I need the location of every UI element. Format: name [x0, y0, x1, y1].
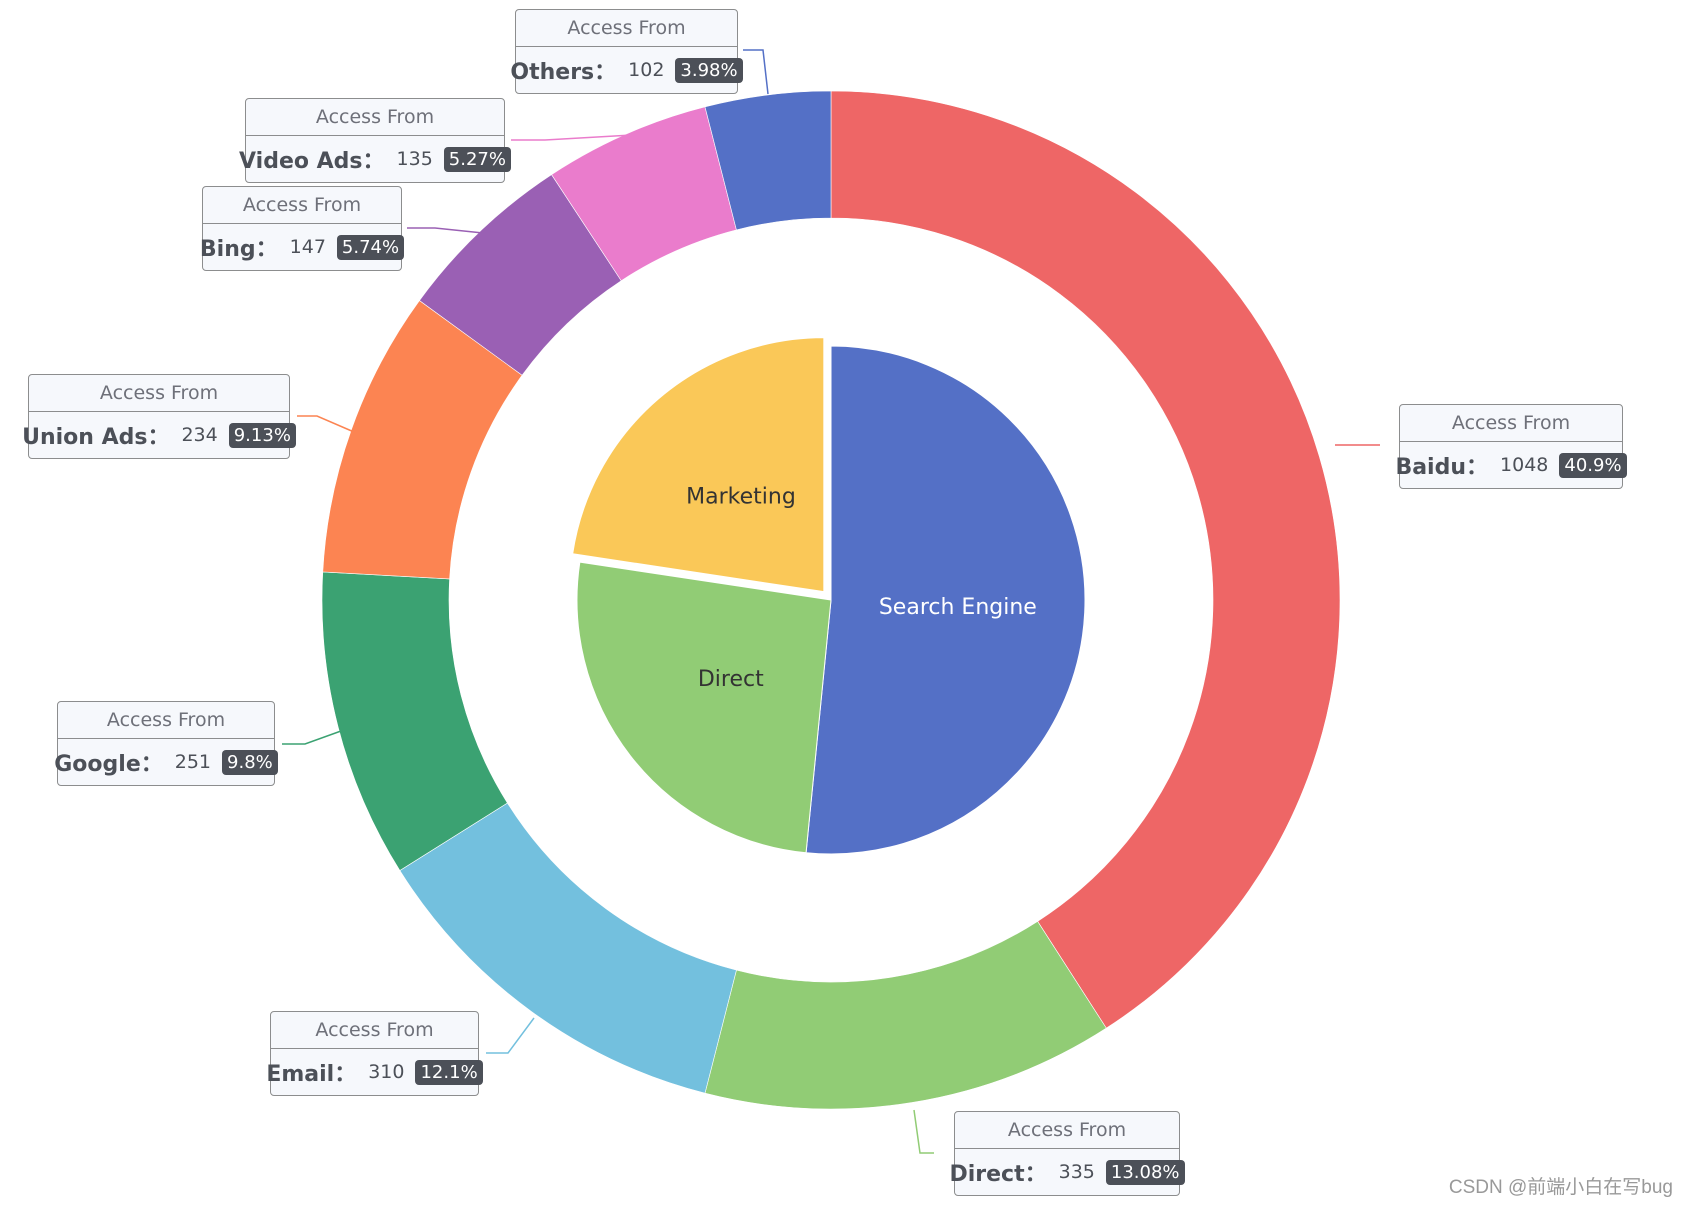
label-box-video-ads: Access From Video Ads： 135 5.27%: [239, 98, 511, 183]
label-percent-badge: 12.1%: [415, 1059, 483, 1085]
leader-line-video-ads: [511, 134, 633, 141]
label-body: Others： 102 3.98%: [510, 47, 743, 93]
label-value: 1048: [1500, 454, 1549, 476]
label-value: 234: [181, 424, 218, 446]
pie-label-search-engine: Search Engine: [879, 595, 1037, 620]
label-title: Access From: [203, 187, 401, 224]
label-title: Access From: [1400, 405, 1622, 442]
label-box-bing: Access From Bing： 147 5.74%: [199, 186, 405, 271]
label-name: Google：: [54, 752, 163, 777]
label-percent-badge: 5.27%: [443, 146, 511, 172]
label-percent-badge: 9.13%: [228, 422, 296, 448]
label-box-baidu: Access From Baidu： 1048 40.9%: [1395, 404, 1627, 489]
label-value: 335: [1058, 1161, 1095, 1183]
watermark: CSDN @前端小白在写bug: [1448, 1177, 1673, 1198]
label-value: 147: [289, 236, 326, 258]
label-body: Google： 251 9.8%: [54, 739, 278, 785]
label-value: 102: [628, 59, 665, 81]
ring-slice-direct[interactable]: [704, 920, 1107, 1110]
label-percent-badge: 13.08%: [1105, 1159, 1185, 1185]
label-box-others: Access From Others： 102 3.98%: [510, 9, 743, 94]
label-name: Union Ads：: [22, 425, 170, 450]
label-title: Access From: [955, 1112, 1179, 1149]
label-value: 310: [368, 1061, 405, 1083]
label-title: Access From: [246, 99, 504, 136]
label-value: 135: [396, 148, 433, 170]
leader-line-google: [282, 730, 342, 745]
label-title: Access From: [58, 702, 274, 739]
label-percent-badge: 3.98%: [675, 57, 743, 83]
leader-line-bing: [407, 227, 484, 234]
label-box-google: Access From Google： 251 9.8%: [54, 701, 278, 786]
label-box-union-ads: Access From Union Ads： 234 9.13%: [22, 374, 296, 459]
leader-line-others: [743, 49, 769, 95]
label-title: Access From: [271, 1012, 478, 1049]
label-name: Email：: [266, 1062, 357, 1087]
label-percent-badge: 5.74%: [336, 234, 405, 260]
label-body: Direct： 335 13.08%: [949, 1149, 1185, 1195]
leader-line-email: [486, 1017, 535, 1054]
leader-line-union-ads: [297, 415, 355, 433]
label-percent-badge: 40.9%: [1559, 452, 1627, 478]
label-body: Baidu： 1048 40.9%: [1395, 442, 1627, 488]
label-title: Access From: [29, 375, 289, 412]
label-percent-badge: 9.8%: [222, 749, 278, 775]
label-box-direct: Access From Direct： 335 13.08%: [949, 1111, 1185, 1196]
leader-line-direct: [913, 1109, 934, 1154]
label-box-email: Access From Email： 310 12.1%: [266, 1011, 483, 1096]
pie-label-marketing: Marketing: [686, 484, 796, 509]
pie-label-direct: Direct: [698, 667, 764, 692]
label-name: Video Ads：: [239, 149, 385, 174]
label-body: Video Ads： 135 5.27%: [239, 136, 511, 182]
label-name: Others：: [510, 60, 617, 85]
pie-slice-direct[interactable]: [576, 561, 832, 854]
label-value: 251: [174, 751, 212, 773]
label-body: Bing： 147 5.74%: [199, 224, 405, 270]
label-body: Union Ads： 234 9.13%: [22, 412, 296, 458]
label-body: Email： 310 12.1%: [266, 1049, 483, 1095]
label-name: Baidu：: [1395, 455, 1489, 480]
label-name: Bing：: [199, 237, 278, 262]
pie-slice-marketing[interactable]: [572, 337, 825, 593]
label-title: Access From: [516, 10, 737, 47]
label-name: Direct：: [949, 1162, 1047, 1187]
